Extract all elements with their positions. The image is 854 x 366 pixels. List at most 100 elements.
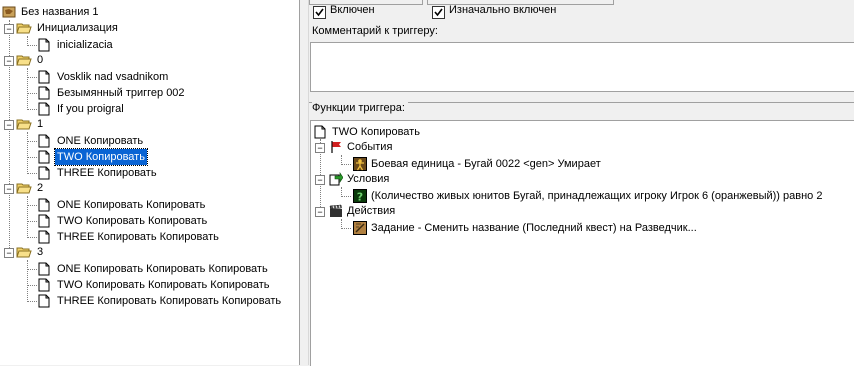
- tree-line: [27, 45, 37, 46]
- trigger-editor-panel: Включен Изначально включен Комментарий к…: [309, 0, 854, 366]
- collapse-icon[interactable]: −: [4, 248, 14, 258]
- collapse-icon[interactable]: −: [315, 175, 325, 185]
- initially-on-checkbox[interactable]: [432, 6, 445, 19]
- event-row[interactable]: Боевая единица - Бугай 0022 <gen> Умирае…: [353, 156, 843, 172]
- tree-item-label: If you proigral: [57, 103, 124, 115]
- tree-line: [27, 173, 37, 174]
- tree-group-0[interactable]: 0: [16, 52, 286, 68]
- conditions-node[interactable]: Условия: [329, 171, 529, 187]
- collapse-icon[interactable]: −: [4, 24, 14, 34]
- tree-item[interactable]: THREE Копировать: [38, 165, 288, 181]
- checkmark-icon: [434, 8, 443, 17]
- document-icon: [38, 70, 52, 84]
- collapse-icon[interactable]: −: [4, 56, 14, 66]
- tree-line: [27, 269, 37, 270]
- trigger-name-label: TWO Копировать: [332, 126, 420, 138]
- functions-label: Функции триггера:: [312, 102, 408, 114]
- tree-item-label: THREE Копировать Копировать Копировать: [57, 295, 282, 307]
- tree-group-1[interactable]: 1: [16, 116, 286, 132]
- tree-group-label: 2: [37, 182, 44, 194]
- tree-item-label: ONE Копировать Копировать: [57, 199, 206, 211]
- tree-item-label: THREE Копировать: [57, 167, 157, 179]
- tree-item[interactable]: TWO Копировать Копировать: [38, 213, 288, 229]
- comment-textarea[interactable]: [310, 42, 854, 92]
- document-icon: [38, 102, 52, 116]
- tree-item[interactable]: ONE Копировать: [38, 133, 288, 149]
- tree-line: [27, 301, 37, 302]
- actions-node[interactable]: Действия: [329, 203, 529, 219]
- document-icon: [38, 262, 52, 276]
- tree-group-label: 3: [37, 246, 44, 258]
- document-icon: [38, 166, 52, 180]
- collapse-icon[interactable]: −: [4, 184, 14, 194]
- enabled-label: Включен: [330, 4, 375, 16]
- tree-item-label: inicializacia: [57, 39, 113, 51]
- tree-line: [27, 205, 37, 206]
- tree-group-label: 0: [37, 54, 44, 66]
- action-row[interactable]: Задание - Сменить название (Последний кв…: [353, 220, 843, 236]
- tree-item[interactable]: THREE Копировать Копировать Копировать: [38, 293, 293, 309]
- tree-item-label: ONE Копировать: [57, 135, 144, 147]
- folder-open-icon: [16, 245, 32, 259]
- tree-line: [341, 228, 351, 229]
- quest-icon: [353, 221, 367, 235]
- question-icon: ?: [353, 189, 367, 204]
- checkmark-icon: [315, 8, 324, 17]
- events-label: События: [347, 141, 393, 153]
- tree-group-2[interactable]: 2: [16, 180, 286, 196]
- tree-item[interactable]: If you proigral: [38, 101, 288, 117]
- tree-item[interactable]: THREE Копировать Копировать: [38, 229, 288, 245]
- tree-item[interactable]: Безымянный триггер 002: [38, 85, 288, 101]
- tree-item[interactable]: ONE Копировать Копировать: [38, 197, 288, 213]
- tree-root[interactable]: Без названия 1: [2, 4, 292, 20]
- flag-icon: [329, 140, 343, 154]
- tree-item[interactable]: Vosklik nad vsadnikom: [38, 69, 288, 85]
- unit-event-icon: [353, 157, 367, 171]
- conditions-icon: [329, 172, 344, 186]
- tree-line: [27, 109, 37, 110]
- document-icon: [38, 150, 52, 164]
- tree-group-label: 1: [37, 118, 44, 130]
- tree-line: [341, 196, 351, 197]
- document-icon: [38, 134, 52, 148]
- clapperboard-icon: [329, 204, 343, 218]
- tree-item-label: Безымянный триггер 002: [57, 87, 185, 99]
- tree-group-3[interactable]: 3: [16, 244, 286, 260]
- document-icon: [38, 230, 52, 244]
- tree-line: [27, 77, 37, 78]
- collapse-icon[interactable]: −: [315, 143, 325, 153]
- conditions-label: Условия: [347, 173, 390, 185]
- tree-group-init[interactable]: Инициализация: [16, 20, 286, 36]
- document-icon: [38, 38, 52, 52]
- map-icon: [2, 5, 16, 19]
- tree-line: [27, 237, 37, 238]
- enabled-checkbox[interactable]: [313, 6, 326, 19]
- condition-row[interactable]: ? (Количество живых юнитов Бугай, принад…: [353, 188, 843, 204]
- tree-item-label: TWO Копировать Копировать Копировать: [57, 279, 270, 291]
- tree-item[interactable]: ONE Копировать Копировать Копировать: [38, 261, 293, 277]
- panel-splitter[interactable]: [300, 0, 309, 365]
- trigger-tree-panel[interactable]: Без названия 1 − Инициализация inicializ…: [0, 0, 300, 365]
- action-label: Задание - Сменить название (Последний кв…: [371, 222, 697, 234]
- events-node[interactable]: События: [329, 139, 529, 155]
- collapse-icon[interactable]: −: [4, 120, 14, 130]
- document-icon: [38, 278, 52, 292]
- tree-item[interactable]: inicializacia: [38, 37, 288, 53]
- tree-item-selected[interactable]: TWO Копировать: [38, 148, 288, 166]
- collapse-icon[interactable]: −: [315, 207, 325, 217]
- document-icon: [314, 125, 328, 139]
- folder-open-icon: [16, 53, 32, 67]
- tree-line: [27, 132, 28, 174]
- initially-on-label: Изначально включен: [449, 4, 557, 16]
- tree-line: [27, 285, 37, 286]
- tree-line: [341, 164, 351, 165]
- tree-item[interactable]: TWO Копировать Копировать Копировать: [38, 277, 293, 293]
- functions-tree[interactable]: TWO Копировать − События Боевая единица …: [310, 120, 854, 366]
- tree-item-label: ONE Копировать Копировать Копировать: [57, 263, 268, 275]
- tree-root-label: Без названия 1: [21, 6, 99, 18]
- tree-line: [27, 157, 37, 158]
- folder-open-icon: [16, 21, 32, 35]
- trigger-name-row[interactable]: TWO Копировать: [314, 124, 614, 140]
- document-icon: [38, 86, 52, 100]
- event-label: Боевая единица - Бугай 0022 <gen> Умирае…: [371, 158, 601, 170]
